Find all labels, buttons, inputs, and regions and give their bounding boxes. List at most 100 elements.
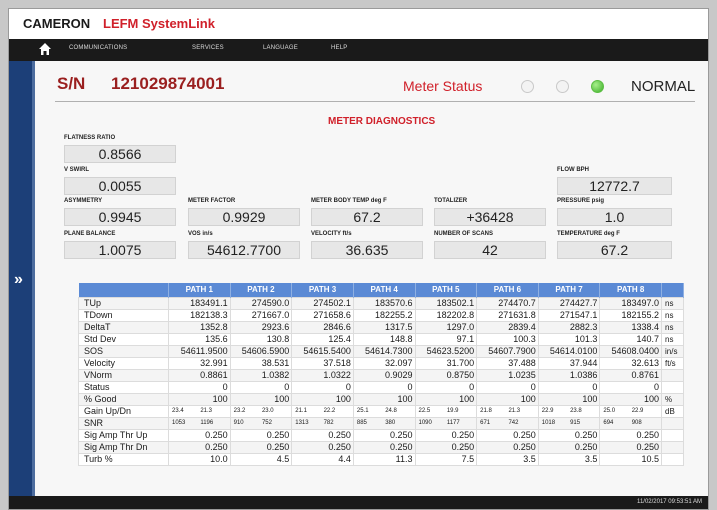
row-label: Status [78,380,169,394]
flow-bph-label: FLOW BPH [557,167,589,173]
table-cell: 0.250 [168,428,231,442]
vos-value: 54612.7700 [188,241,300,259]
table-cell: 2846.6 [291,320,354,334]
table-cell: 0 [599,380,662,394]
meter-body-temp-value: 67.2 [311,208,423,226]
table-cell: 11.3 [352,452,416,466]
asymmetry-label: ASYMMETRY [64,198,103,204]
pair-value-up: 694 [603,420,614,426]
nav-communications[interactable]: COMMUNICATIONS [69,45,127,51]
pair-value-down: 908 [631,420,642,426]
header-unit [661,283,684,297]
header-path-2: PATH 2 [230,283,293,297]
table-header-row: PATH 1 PATH 2 PATH 3 PATH 4 PATH 5 PATH … [78,283,684,297]
table-cell: 182138.3 [168,308,231,322]
table-cell: 0 [352,380,416,394]
table-cell: 54615.5400 [291,344,354,358]
pair-value-up: 1313 [295,420,309,426]
row-label: Std Dev [78,332,169,346]
table-cell: 0 [476,380,539,394]
table-cell: 182255.2 [352,308,416,322]
table-cell: 271658.6 [291,308,354,322]
table-cell: 0.250 [229,428,293,442]
pair-cell: 1313 782 [291,416,354,430]
home-icon[interactable] [38,42,52,56]
pair-value-up: 23.4 [172,408,184,414]
table-row: SOS 54611.9500 54606.5900 54615.5400 54614.7… [78,344,684,358]
diagnostics-title: METER DIAGNOSTICS [328,116,436,127]
table-row: SNR 1053 1196 910 752 1313 782 885 380 1090 1177 67… [78,416,684,430]
asymmetry-value: 0.9945 [64,208,176,226]
path-diagnostics-table: PATH 1 PATH 2 PATH 3 PATH 4 PATH 5 PATH … [78,283,684,466]
table-cell: 0.8861 [168,368,231,382]
row-unit: ns [661,308,684,322]
table-cell: 183497.0 [599,296,662,310]
row-unit [661,368,684,382]
table-cell: 148.8 [352,332,416,346]
pair-cell: 885 380 [352,416,416,430]
table-cell: 37.488 [476,356,539,370]
row-label: DeltaT [78,320,169,334]
brand-name: CAMERON [23,16,91,31]
flatness-ratio-label: FLATNESS RATIO [64,135,116,141]
pair-value-down: 22.9 [631,408,644,414]
table-cell: 0.250 [291,428,354,442]
table-cell: 274590.0 [229,296,293,310]
table-cell: 271547.1 [537,308,601,322]
pair-value-up: 21.1 [295,408,307,414]
table-cell: 0.250 [291,440,354,454]
expand-sidebar-icon[interactable]: » [14,271,23,289]
temperature-value: 67.2 [557,241,672,259]
table-cell: 100 [291,392,354,406]
row-label: Gain Up/Dn [78,404,169,418]
pair-value-down: 19.9 [446,408,459,414]
table-cell: 135.6 [168,332,231,346]
row-unit [661,416,684,430]
pair-value-down: 782 [323,420,334,426]
row-unit: ns [661,320,684,334]
table-cell: 0.250 [414,428,478,442]
table-cell: 100 [414,392,478,406]
pair-cell: 25.0 22.9 [599,404,662,418]
pair-value-up: 885 [356,420,367,426]
nav-services[interactable]: SERVICES [192,45,224,51]
pair-value-down: 21.3 [200,408,212,414]
table-cell: 0.250 [537,428,601,442]
plane-balance-value: 1.0075 [64,241,176,259]
table-cell: 100 [537,392,601,406]
pair-value-down: 23.0 [261,408,274,414]
table-cell: 3.5 [537,452,601,466]
table-row: Velocity 32.991 38.531 37.518 32.097 31.700 37… [78,356,684,370]
table-cell: 2923.6 [229,320,293,334]
plane-balance-label: PLANE BALANCE [64,231,116,237]
row-unit: ns [661,332,684,346]
nav-help[interactable]: HELP [331,45,347,51]
pair-value-down: 24.8 [385,408,397,414]
pressure-label: PRESSURE psig [557,198,605,204]
row-label: Sig Amp Thr Up [78,428,169,442]
table-row: Std Dev 135.6 130.8 125.4 148.8 97.1 100.3 101.… [78,332,684,346]
table-cell: 54607.7900 [476,344,539,358]
table-cell: 271631.8 [476,308,539,322]
nav-bar: COMMUNICATIONS SERVICES LANGUAGE HELP [9,39,708,61]
row-unit: % [661,392,684,406]
table-row: VNorm 0.8861 1.0382 1.0322 0.9029 0.8750 1.023… [78,368,684,382]
meter-factor-value: 0.9929 [188,208,300,226]
row-label: Turb % [78,452,169,466]
table-cell: 10.0 [168,452,231,466]
nav-language[interactable]: LANGUAGE [263,45,298,51]
flatness-ratio-value: 0.8566 [64,145,176,163]
header-path-7: PATH 7 [538,283,601,297]
header-path-5: PATH 5 [415,283,478,297]
totalizer-value: +36428 [434,208,546,226]
table-cell: 1.0386 [537,368,601,382]
table-cell: 54614.7300 [352,344,416,358]
row-label: SNR [78,416,169,430]
table-cell: 0.250 [229,440,293,454]
row-label: % Good [78,392,169,406]
table-cell: 0 [168,380,231,394]
pair-value-up: 1053 [172,420,186,426]
table-cell: 54623.5200 [414,344,478,358]
table-cell: 0.250 [352,428,416,442]
meter-body-temp-label: METER BODY TEMP deg F [311,198,387,204]
